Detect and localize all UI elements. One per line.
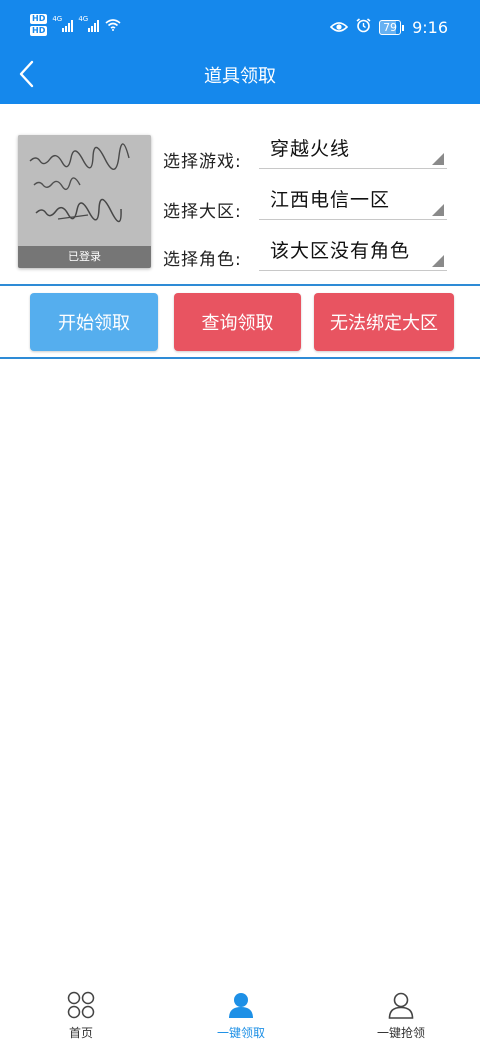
nav-item-one-click-grab[interactable]: 一键抢领 — [341, 982, 461, 1061]
start-claim-button[interactable]: 开始领取 — [30, 293, 158, 351]
game-select-label: 选择游戏: — [163, 152, 242, 172]
signal-icon: 4G — [52, 15, 74, 32]
hd-badge: HD — [30, 26, 48, 36]
nav-item-one-click-claim[interactable]: 一键领取 — [181, 982, 301, 1061]
page-title: 道具领取 — [204, 66, 276, 87]
wifi-icon — [105, 19, 121, 31]
person-icon — [227, 991, 255, 1023]
nav-label: 一键抢领 — [376, 1026, 425, 1040]
status-right: 79 9:16 — [329, 18, 448, 37]
nav-label: 首页 — [68, 1026, 93, 1040]
hd-badge: HD — [30, 14, 48, 24]
eye-icon — [329, 19, 349, 37]
region-select[interactable]: 江西电信一区 — [259, 183, 447, 220]
alarm-icon — [356, 18, 371, 37]
role-select-label: 选择角色: — [163, 250, 242, 270]
person-outline-icon — [387, 991, 415, 1023]
dropdown-arrow-icon — [432, 255, 444, 267]
grid-circles-icon — [67, 991, 95, 1023]
dropdown-arrow-icon — [432, 153, 444, 165]
game-select[interactable]: 穿越火线 — [259, 132, 447, 169]
region-select-value: 江西电信一区 — [270, 189, 391, 211]
login-status-badge: 已登录 — [18, 246, 151, 268]
clock: 9:16 — [412, 18, 448, 37]
status-left: HD HD 4G 4G — [30, 14, 121, 36]
cannot-bind-region-button[interactable]: 无法绑定大区 — [314, 293, 454, 351]
nav-item-home[interactable]: 首页 — [21, 982, 141, 1061]
dropdown-arrow-icon — [432, 204, 444, 216]
status-bar: HD HD 4G 4G 79 9:16 — [0, 0, 480, 58]
bottom-nav: 首页 一键领取 一键抢领 — [0, 982, 480, 1061]
game-select-value: 穿越火线 — [270, 138, 351, 160]
battery-level: 79 — [383, 21, 398, 34]
hd-icon: HD HD — [30, 14, 48, 36]
nav-label: 一键领取 — [216, 1026, 265, 1040]
divider — [0, 284, 480, 286]
divider — [0, 357, 480, 359]
role-select[interactable]: 该大区没有角色 — [259, 234, 447, 271]
signal-label: 4G — [78, 15, 89, 23]
signal-label: 4G — [52, 15, 63, 23]
region-select-label: 选择大区: — [163, 202, 242, 222]
role-select-value: 该大区没有角色 — [270, 240, 411, 262]
app-header: HD HD 4G 4G 79 9:16 道具领取 — [0, 0, 480, 104]
avatar[interactable]: 已登录 — [18, 135, 151, 268]
query-claim-button[interactable]: 查询领取 — [174, 293, 301, 351]
battery-icon: 79 — [379, 20, 405, 35]
signal-icon: 4G — [78, 15, 100, 32]
